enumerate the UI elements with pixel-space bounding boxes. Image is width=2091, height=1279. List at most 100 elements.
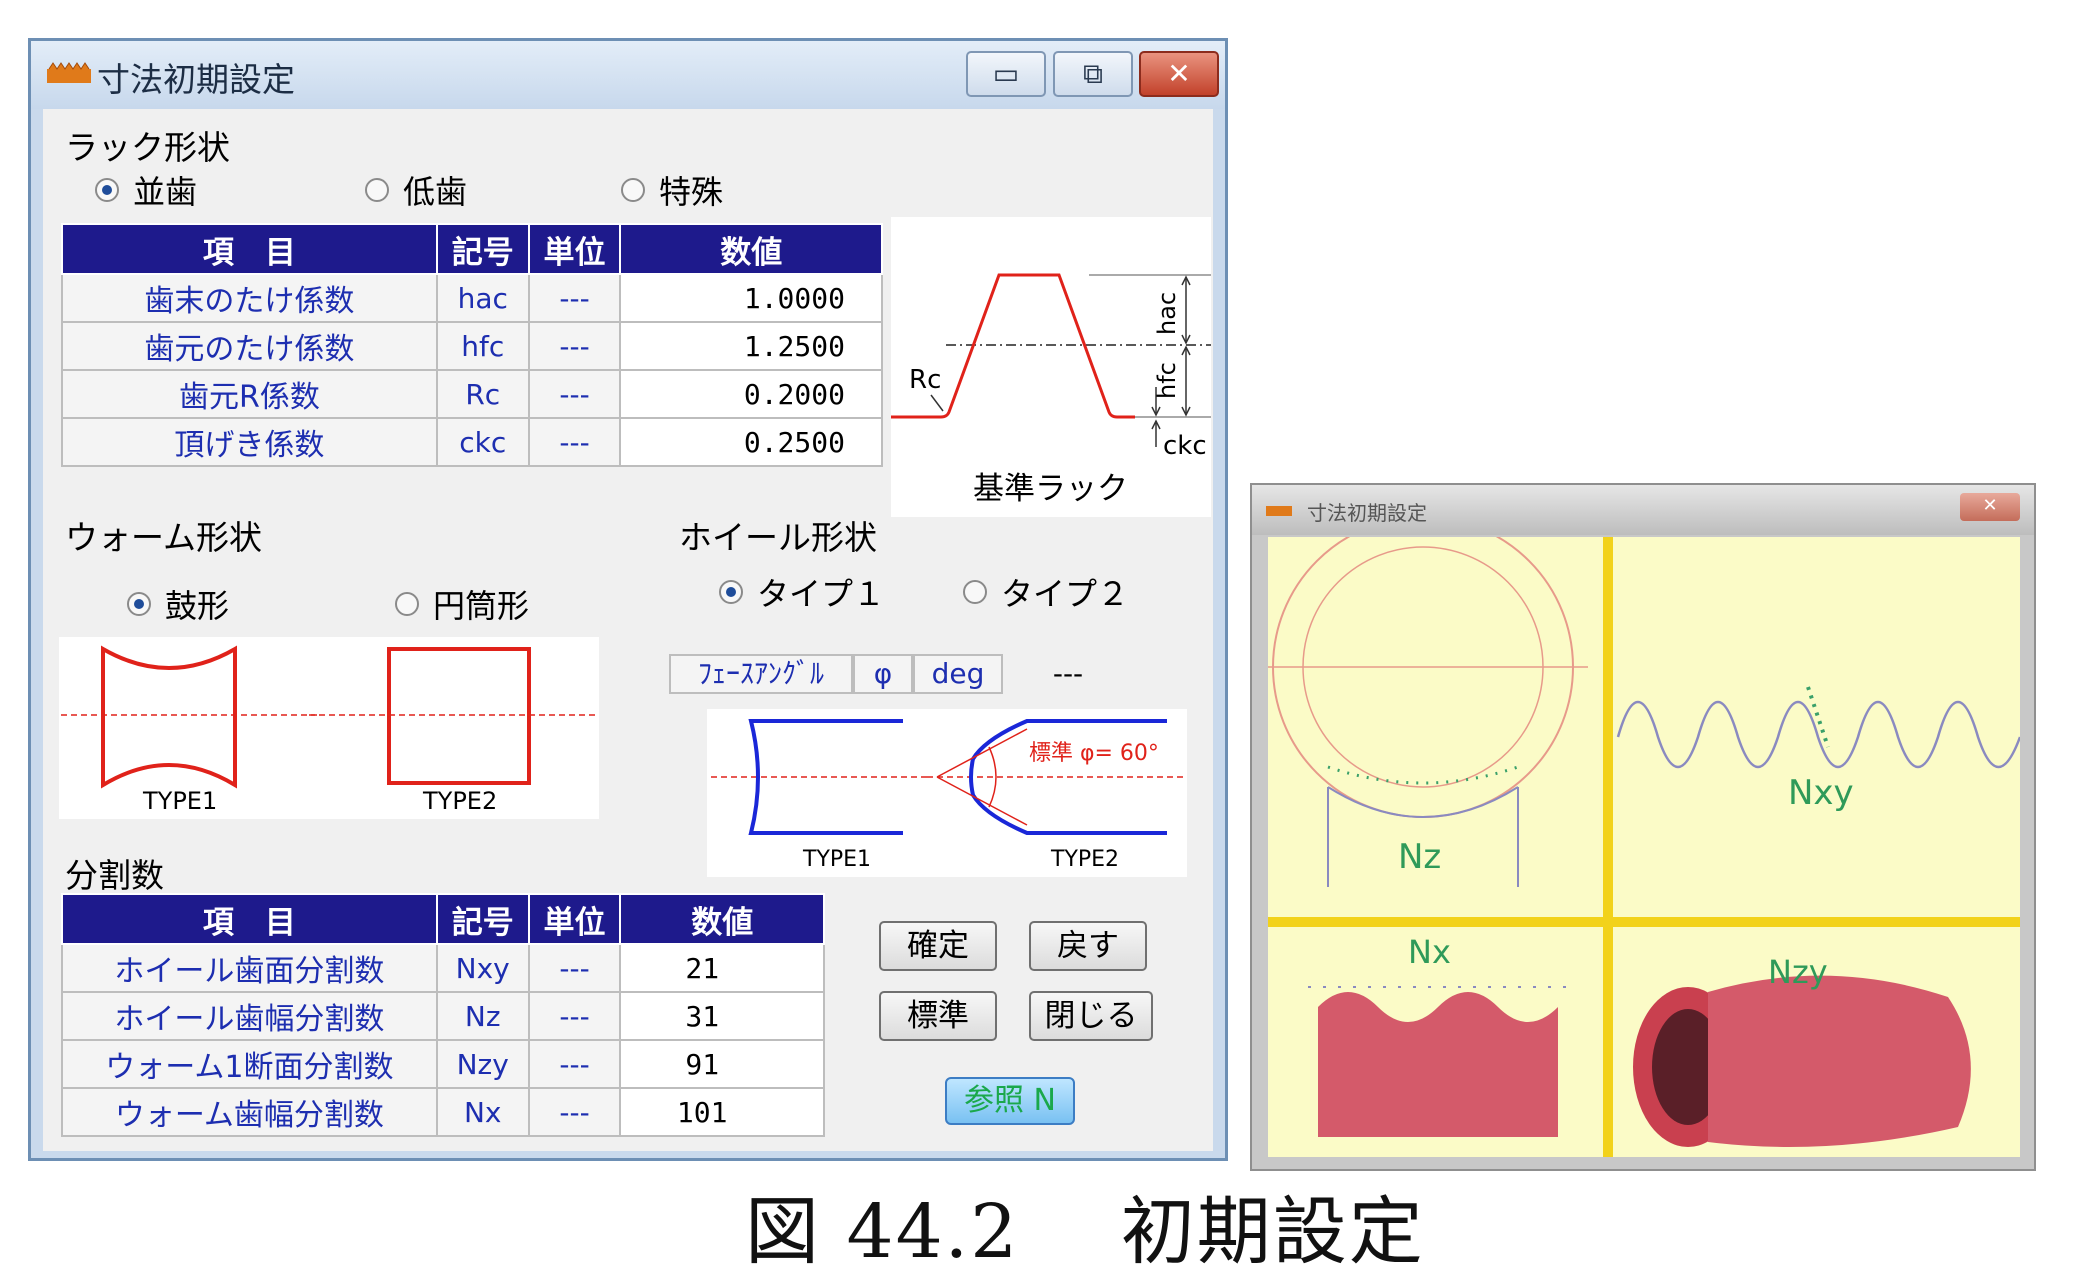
row-unit: --- [527, 321, 622, 371]
row-symbol: Rc [435, 369, 530, 419]
preview-canvas: Nz Nxy Nx Nzy [1268, 537, 2020, 1157]
revert-button[interactable]: 戻す [1029, 921, 1147, 971]
app-icon [47, 62, 91, 83]
face-angle-value[interactable]: --- [1003, 654, 1133, 694]
worm-type-diagram: TYPE1 TYPE2 [59, 637, 599, 819]
row-item: 頂げき係数 [61, 417, 438, 467]
column-header-value: 数値 [619, 893, 825, 945]
rack-option-low[interactable]: 低歯 [365, 167, 467, 213]
value-input[interactable]: 0.2000 [619, 369, 883, 419]
table-row: ホイール歯面分割数 Nxy --- 21 [61, 943, 825, 993]
value-input[interactable]: 31 [619, 991, 825, 1041]
column-header-value: 数値 [619, 223, 883, 275]
wheel-shape-label: ホイール形状 [679, 518, 877, 557]
table-row: 歯末のたけ係数 hac --- 1.0000 [61, 273, 883, 323]
minimize-icon: ▭ [992, 57, 1020, 90]
radio-unselected-icon [963, 580, 987, 604]
value-input[interactable]: 0.2500 [619, 417, 883, 467]
radio-selected-icon [127, 592, 151, 616]
preview-title-bar: 寸法初期設定 ✕ [1252, 485, 2034, 535]
wheel-type1-label: TYPE1 [803, 847, 872, 872]
nxy-label: Nxy [1788, 773, 1854, 813]
basic-rack-caption: 基準ラック [973, 471, 1128, 507]
close-window-button[interactable]: ✕ [1139, 51, 1219, 97]
row-item: ウォーム歯幅分割数 [61, 1087, 438, 1137]
row-unit: --- [527, 991, 622, 1041]
radio-selected-icon [719, 580, 743, 604]
value-input[interactable]: 1.0000 [619, 273, 883, 323]
maximize-button[interactable]: ⧉ [1053, 51, 1133, 97]
restore-icon: ⧉ [1083, 57, 1103, 90]
value-input[interactable]: 21 [619, 943, 825, 993]
row-unit: --- [527, 1087, 622, 1137]
close-button[interactable]: 閉じる [1029, 991, 1153, 1041]
value-input[interactable]: 1.2500 [619, 321, 883, 371]
wheel-option-label: タイプ２ [1001, 575, 1130, 613]
standard-button[interactable]: 標準 [879, 991, 997, 1041]
hac-label: hac [1153, 291, 1181, 335]
divisions-label: 分割数 [65, 856, 164, 895]
close-icon: ✕ [1167, 57, 1191, 90]
column-header-unit: 単位 [527, 223, 622, 275]
dialog-client-area: ラック形状 並歯 低歯 特殊 項 目 記号 単位 数値 歯末のたけ係数 hac [43, 109, 1213, 1151]
title-bar: 寸法初期設定 ▭ ⧉ ✕ [31, 41, 1225, 109]
worm-option-label: 鼓形 [165, 587, 230, 625]
column-header-item: 項 目 [61, 893, 438, 945]
face-angle-unit: deg [913, 654, 1003, 694]
wheel-option-type1[interactable]: タイプ１ [719, 569, 885, 615]
close-icon: ✕ [1982, 495, 1998, 516]
column-header-symbol: 記号 [435, 893, 530, 945]
row-item: 歯元R係数 [61, 369, 438, 419]
row-unit: --- [527, 273, 622, 323]
reference-n-button[interactable]: 参照 N [945, 1077, 1075, 1125]
worm-type2-label: TYPE2 [423, 787, 498, 815]
division-illustration [1268, 537, 2020, 1157]
value-input[interactable]: 91 [619, 1039, 825, 1089]
rack-option-normal[interactable]: 並歯 [95, 167, 197, 213]
table-row: 頂げき係数 ckc --- 0.2500 [61, 417, 883, 467]
app-icon [1266, 506, 1292, 516]
rack-option-label: 低歯 [403, 173, 468, 211]
wheel-option-label: タイプ１ [757, 575, 886, 613]
face-angle-symbol: φ [853, 654, 913, 694]
column-header-unit: 単位 [527, 893, 622, 945]
basic-rack-diagram: hac hfc Rc ckc 基準ラック [891, 217, 1211, 517]
row-item: 歯元のたけ係数 [61, 321, 438, 371]
preview-close-button[interactable]: ✕ [1960, 493, 2020, 521]
worm-option-cylindrical[interactable]: 円筒形 [395, 581, 529, 627]
table-header-row: 項 目 記号 単位 数値 [61, 223, 883, 275]
worm-option-hourglass[interactable]: 鼓形 [127, 581, 229, 627]
radio-selected-icon [95, 178, 119, 202]
ckc-label: ckc [1163, 431, 1207, 461]
row-symbol: hfc [435, 321, 530, 371]
table-row: 歯元のたけ係数 hfc --- 1.2500 [61, 321, 883, 371]
column-header-item: 項 目 [61, 223, 438, 275]
table-row: 歯元R係数 Rc --- 0.2000 [61, 369, 883, 419]
figure-caption: 図 44.2 初期設定 [745, 1189, 1425, 1275]
nz-label: Nz [1398, 837, 1442, 877]
minimize-button[interactable]: ▭ [966, 51, 1046, 97]
nzy-label: Nzy [1768, 953, 1828, 991]
standard-phi-note: 標準 φ= 60° [1029, 741, 1159, 766]
worm-shape-label: ウォーム形状 [65, 518, 263, 557]
value-input[interactable]: 101 [619, 1087, 825, 1137]
preview-title: 寸法初期設定 [1307, 501, 1427, 525]
nx-label: Nx [1408, 933, 1451, 971]
worm-type-drawing [61, 645, 599, 789]
rack-parameter-table: 項 目 記号 単位 数値 歯末のたけ係数 hac --- 1.0000 歯元のた… [61, 223, 883, 467]
row-symbol: Nzy [435, 1039, 530, 1089]
face-angle-label: ﾌｪｰｽｱﾝｸﾞﾙ [669, 654, 853, 694]
row-symbol: Nx [435, 1087, 530, 1137]
confirm-button[interactable]: 確定 [879, 921, 997, 971]
row-symbol: Nxy [435, 943, 530, 993]
row-item: ホイール歯幅分割数 [61, 991, 438, 1041]
wheel-option-type2[interactable]: タイプ２ [963, 569, 1129, 615]
row-symbol: Nz [435, 991, 530, 1041]
rack-option-label: 特殊 [659, 173, 724, 211]
worm-option-label: 円筒形 [433, 587, 530, 625]
hfc-label: hfc [1153, 362, 1181, 399]
table-header-row: 項 目 記号 単位 数値 [61, 893, 825, 945]
table-row: ホイール歯幅分割数 Nz --- 31 [61, 991, 825, 1041]
rack-option-special[interactable]: 特殊 [621, 167, 723, 213]
radio-unselected-icon [621, 178, 645, 202]
